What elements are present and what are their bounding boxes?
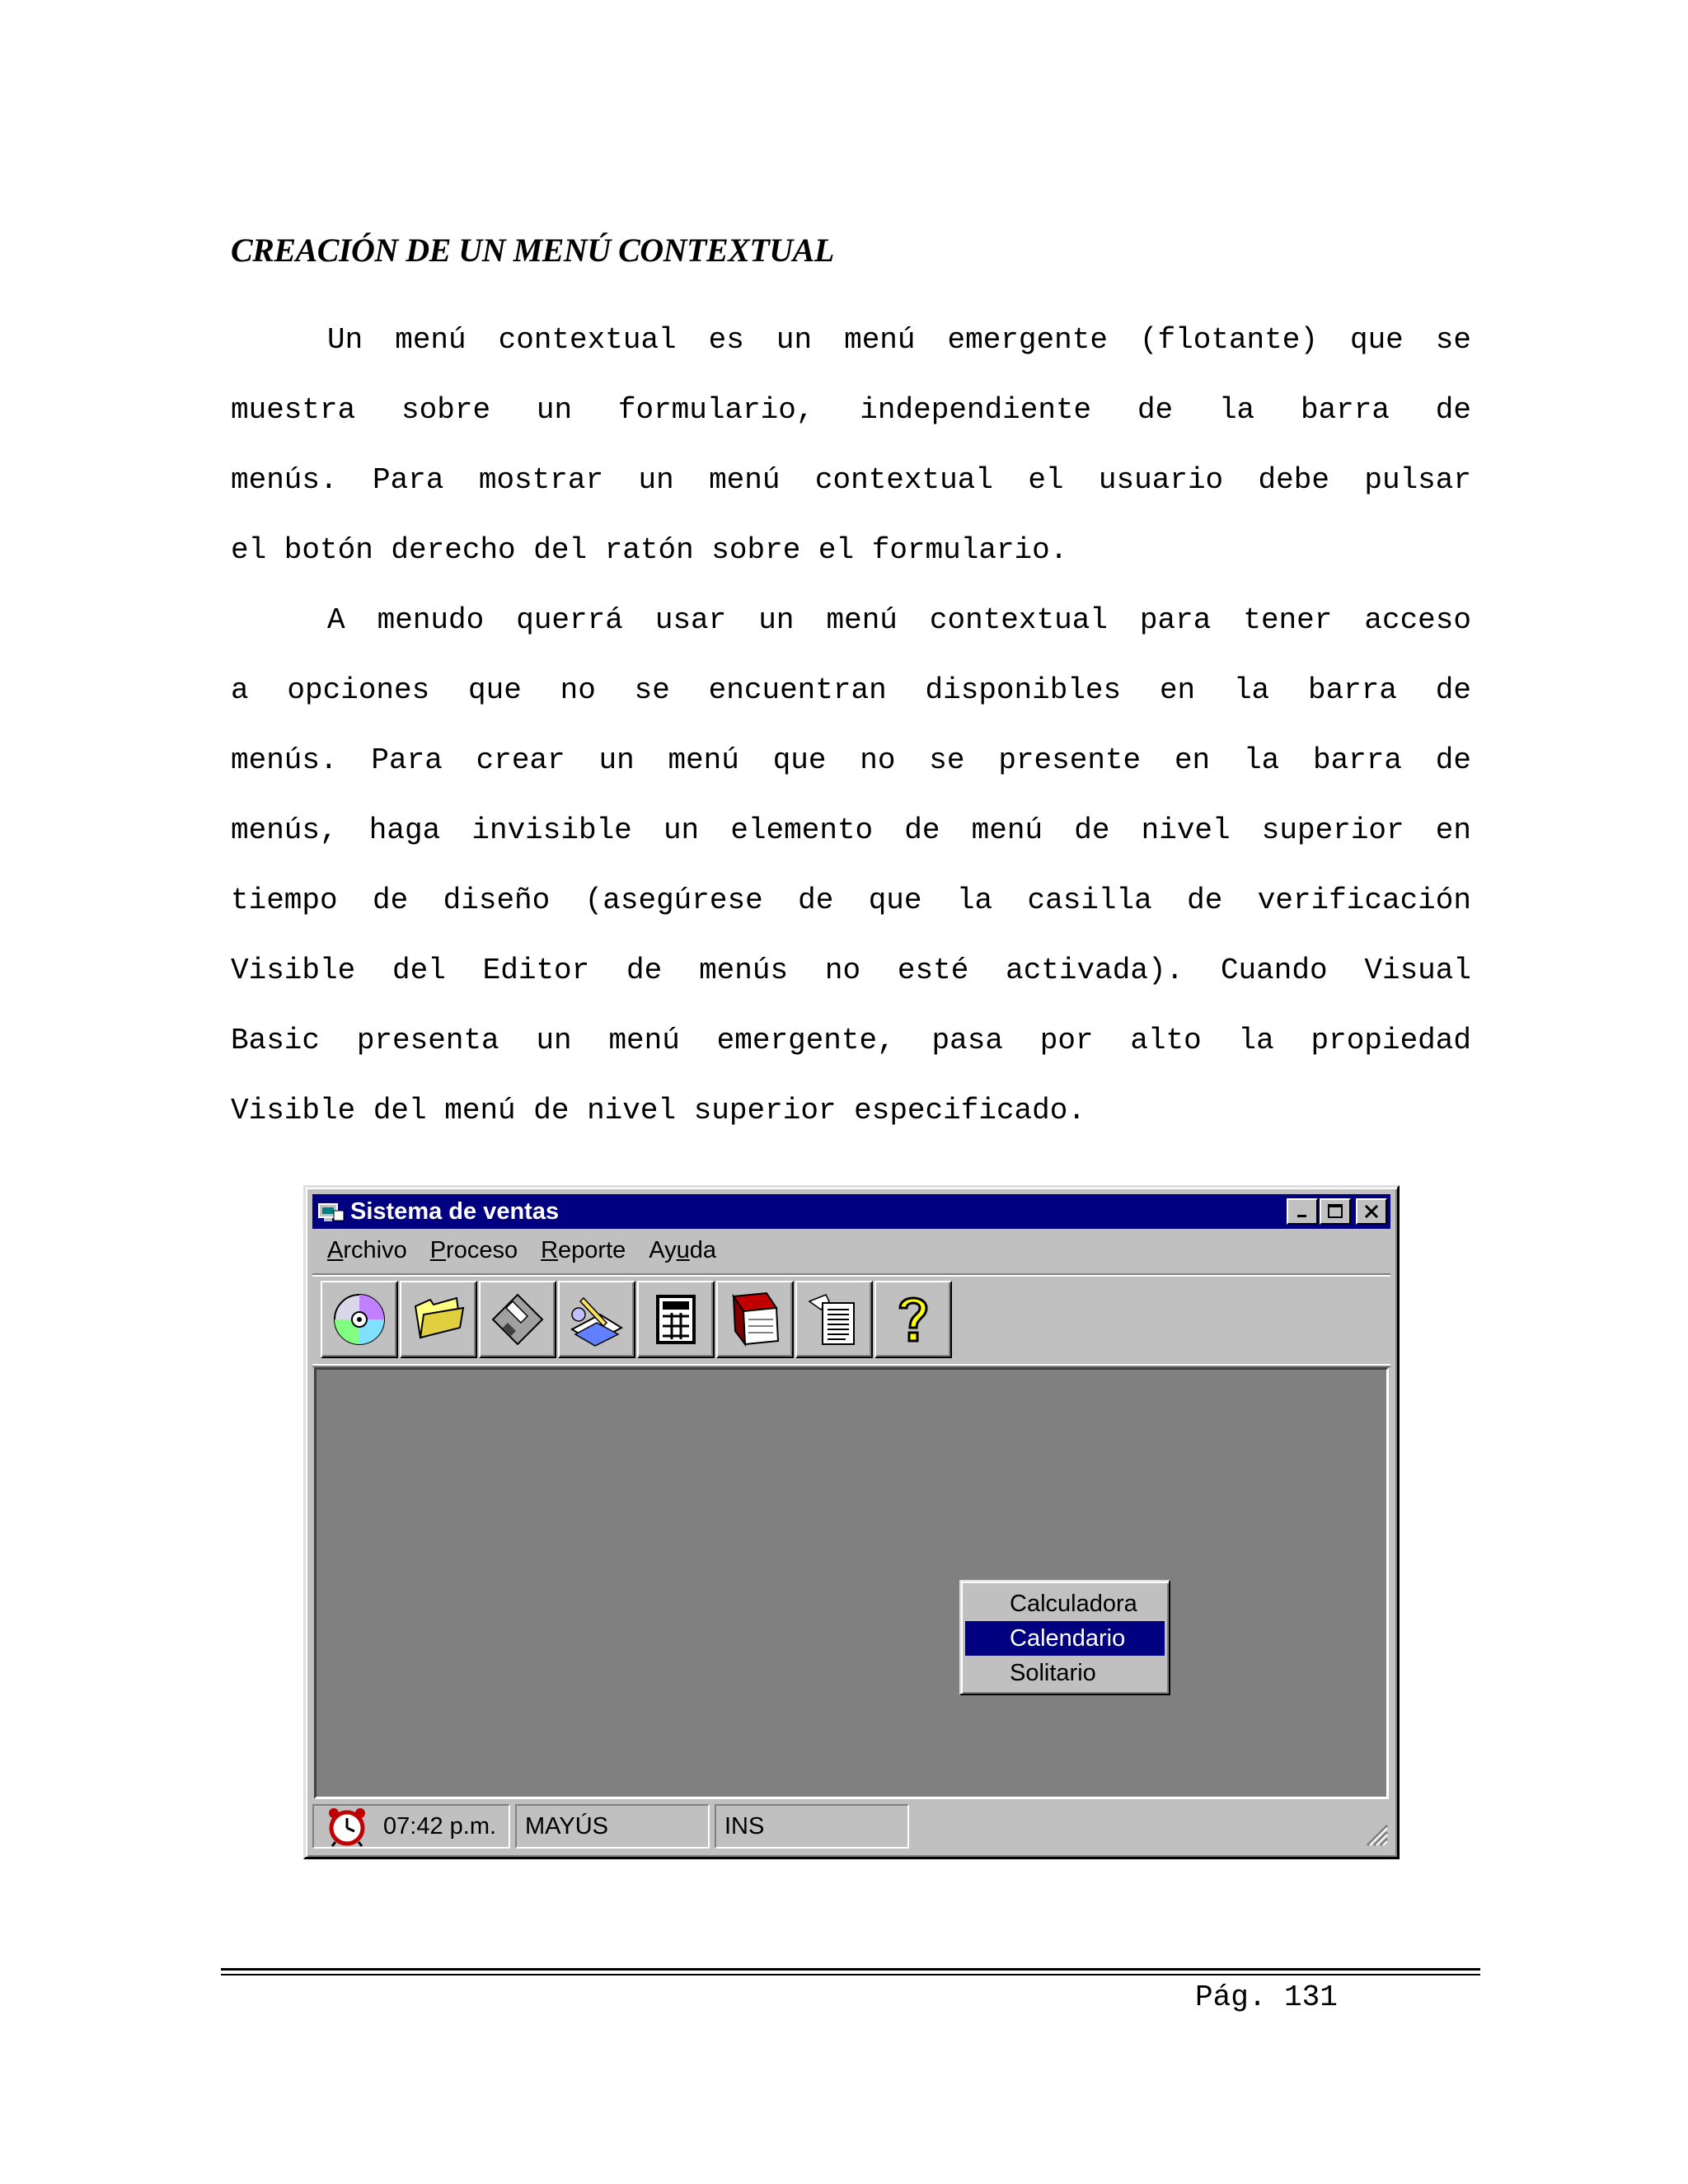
- status-panel-caps: MAYÚS: [515, 1804, 710, 1849]
- paragraph-line-6: a opciones que no se encuentran disponib…: [231, 673, 1471, 707]
- paragraph-line-7: menús. Para crear un menú que no se pres…: [231, 743, 1471, 777]
- menu-reporte[interactable]: Reporte: [541, 1237, 626, 1264]
- toolbar-edit-button[interactable]: [558, 1281, 635, 1358]
- folder-icon: [414, 1296, 465, 1339]
- status-panel-ins: INS: [715, 1804, 909, 1849]
- status-caps: MAYÚS: [525, 1812, 608, 1840]
- paragraph-line-3: menús. Para mostrar un menú contextual e…: [231, 463, 1471, 497]
- paragraph-line-1: Un menú contextual es un menú emergente …: [327, 323, 1471, 357]
- paragraph-line-4: el botón derecho del ratón sobre el form…: [231, 533, 1068, 567]
- page-heading: CREACIÓN DE UN MENÚ CONTEXTUAL: [231, 232, 834, 269]
- context-menu-item-calculadora[interactable]: Calculadora: [965, 1586, 1165, 1621]
- help-icon: [898, 1296, 928, 1343]
- calculator-icon: [656, 1295, 696, 1344]
- maximize-button[interactable]: [1320, 1198, 1351, 1225]
- paragraph-line-11: Basic presenta un menú emergente, pasa p…: [231, 1024, 1471, 1057]
- menu-archivo[interactable]: Archivo: [327, 1237, 407, 1264]
- menu-ayuda[interactable]: Ayuda: [649, 1237, 716, 1264]
- context-menu: Calculadora Calendario Solitario: [959, 1580, 1170, 1695]
- paragraph-line-8: menús, haga invisible un elemento de men…: [231, 813, 1471, 847]
- toolbar-cd-button[interactable]: [321, 1281, 398, 1358]
- menu-bar: Archivo Proceso Reporte Ayuda: [312, 1230, 1390, 1270]
- toolbar-document-button[interactable]: [795, 1281, 873, 1358]
- toolbar-notebook-button[interactable]: [716, 1281, 794, 1358]
- maximize-icon: [1328, 1204, 1343, 1218]
- notebook-icon: [732, 1291, 780, 1347]
- paragraph-line-9: tiempo de diseño (asegúrese de que la ca…: [231, 883, 1471, 917]
- close-button[interactable]: [1356, 1198, 1387, 1225]
- toolbar: [312, 1273, 1390, 1366]
- paragraph-line-10: Visible del Editor de menús no esté acti…: [231, 954, 1471, 987]
- minimize-button[interactable]: [1287, 1198, 1318, 1225]
- resize-grip-icon[interactable]: [1361, 1819, 1389, 1847]
- cd-icon: [334, 1294, 385, 1345]
- app-window: Sistema de ventas Archivo Proceso Report…: [303, 1185, 1400, 1859]
- context-menu-item-solitario[interactable]: Solitario: [965, 1656, 1165, 1690]
- window-title: Sistema de ventas: [350, 1197, 560, 1225]
- menu-proceso[interactable]: Proceso: [430, 1237, 518, 1264]
- paragraph-line-12: Visible del menú de nivel superior espec…: [231, 1094, 1085, 1127]
- status-time: 07:42 p.m.: [383, 1812, 497, 1840]
- toolbar-calculator-button[interactable]: [637, 1281, 715, 1358]
- window-controls: [1287, 1198, 1387, 1225]
- toolbar-help-button[interactable]: [874, 1281, 952, 1358]
- toolbar-save-button[interactable]: [479, 1281, 556, 1358]
- writing-icon: [570, 1296, 624, 1347]
- footer-rule: [221, 1968, 1480, 1975]
- alarm-clock-icon: [329, 1808, 365, 1847]
- close-icon: [1364, 1204, 1379, 1219]
- context-menu-item-calendario[interactable]: Calendario: [965, 1621, 1165, 1656]
- form-client-area[interactable]: Calculadora Calendario Solitario: [314, 1367, 1389, 1799]
- toolbar-open-button[interactable]: [400, 1281, 477, 1358]
- paragraph-line-2: muestra sobre un formulario, independien…: [231, 393, 1471, 427]
- floppy-icon: [491, 1293, 544, 1346]
- status-bar: 07:42 p.m. MAYÚS INS: [312, 1802, 1390, 1850]
- document-icon: [808, 1294, 855, 1345]
- page-number: Pág. 131: [1195, 1980, 1338, 2014]
- app-icon: [318, 1203, 345, 1221]
- minimize-icon: [1297, 1215, 1306, 1217]
- status-panel-time: 07:42 p.m.: [312, 1804, 510, 1849]
- paragraph-line-5: A menudo querrá usar un menú contextual …: [327, 603, 1471, 637]
- status-ins: INS: [724, 1812, 765, 1840]
- title-bar[interactable]: Sistema de ventas: [312, 1194, 1390, 1229]
